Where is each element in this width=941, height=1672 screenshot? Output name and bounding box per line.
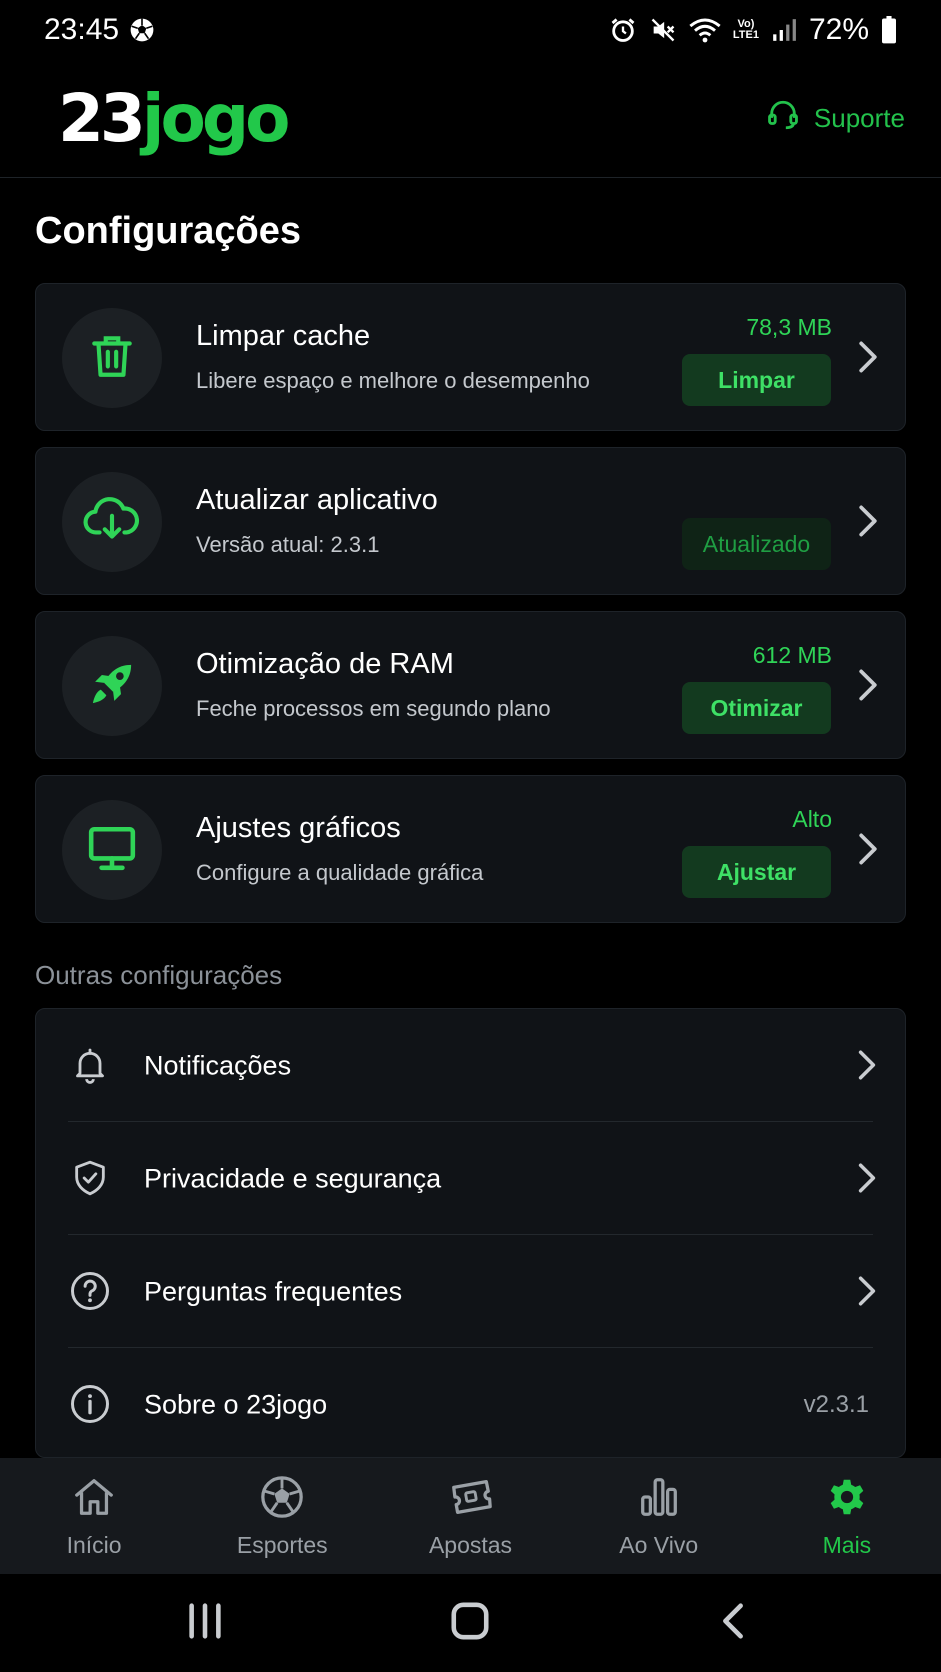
list-item-label: Perguntas frequentes bbox=[144, 1276, 403, 1306]
card-icon-circle bbox=[62, 308, 162, 408]
shield-icon bbox=[68, 1156, 112, 1200]
back-icon[interactable] bbox=[718, 1600, 748, 1647]
chevron-right-icon bbox=[857, 504, 879, 543]
chevron-right-icon bbox=[857, 1049, 877, 1086]
nav-live[interactable]: Ao Vivo bbox=[565, 1458, 753, 1574]
list-item-label: Notificações bbox=[144, 1050, 292, 1080]
signal-icon bbox=[771, 17, 797, 43]
list-item-label: Privacidade e segurança bbox=[144, 1163, 442, 1193]
status-bar: 23:45 Vo) LTE1 72% bbox=[0, 0, 941, 60]
nav-label: Ao Vivo bbox=[619, 1531, 699, 1558]
card-subtitle: Libere espaço e melhore o desempenho bbox=[196, 368, 590, 393]
home-button-icon[interactable] bbox=[449, 1600, 491, 1647]
system-navigation-bar bbox=[0, 1574, 941, 1672]
card-clear-cache[interactable]: Limpar cache Libere espaço e melhore o d… bbox=[35, 283, 906, 431]
card-subtitle: Configure a qualidade gráfica bbox=[196, 860, 484, 885]
chevron-right-icon bbox=[857, 832, 879, 871]
ticket-icon bbox=[447, 1474, 495, 1526]
card-subtitle: Feche processos em segundo plano bbox=[196, 696, 551, 721]
ram-usage-value: 612 MB bbox=[752, 642, 832, 668]
card-title: Ajustes gráficos bbox=[196, 812, 401, 844]
card-icon-circle bbox=[62, 472, 162, 572]
page-title: Configurações bbox=[35, 210, 302, 252]
network-type-label: Vo) LTE1 bbox=[732, 18, 759, 41]
gear-icon bbox=[823, 1474, 871, 1526]
info-icon bbox=[68, 1382, 112, 1426]
status-right: Vo) LTE1 72% bbox=[609, 13, 897, 47]
card-title: Otimização de RAM bbox=[196, 648, 454, 680]
monitor-icon bbox=[86, 823, 138, 878]
status-time: 23:45 bbox=[44, 13, 120, 46]
chevron-right-icon bbox=[857, 1275, 877, 1312]
alarm-icon bbox=[609, 16, 637, 44]
list-item-label: Sobre o 23jogo bbox=[144, 1389, 328, 1419]
chevron-right-icon bbox=[857, 1162, 877, 1199]
optimize-button[interactable]: Otimizar bbox=[682, 682, 831, 734]
bottom-navigation: Início Esportes Apostas Ao Vivo Mais bbox=[0, 1458, 941, 1574]
headset-icon bbox=[766, 98, 800, 139]
status-left: 23:45 bbox=[44, 13, 155, 47]
support-button[interactable]: Suporte bbox=[766, 98, 905, 139]
chevron-right-icon bbox=[857, 340, 879, 379]
nav-bets[interactable]: Apostas bbox=[376, 1458, 564, 1574]
rocket-icon bbox=[85, 657, 139, 716]
wifi-icon bbox=[689, 16, 721, 44]
card-update-app[interactable]: Atualizar aplicativo Versão atual: 2.3.1… bbox=[35, 447, 906, 595]
card-title: Atualizar aplicativo bbox=[196, 484, 438, 516]
updated-status-button[interactable]: Atualizado bbox=[682, 518, 831, 570]
list-item-privacy-security[interactable]: Privacidade e segurança bbox=[36, 1122, 905, 1235]
nav-label: Esportes bbox=[236, 1531, 328, 1558]
section-label-other-settings: Outras configurações bbox=[35, 960, 283, 990]
nav-label: Apostas bbox=[428, 1531, 513, 1558]
recent-apps-icon[interactable] bbox=[185, 1600, 225, 1647]
nav-label: Início bbox=[66, 1531, 122, 1558]
logo-number: 23 bbox=[58, 79, 146, 157]
cache-size-value: 78,3 MB bbox=[746, 314, 832, 340]
logo-word: jogo bbox=[141, 79, 291, 157]
list-item-about[interactable]: Sobre o 23jogo v2.3.1 bbox=[36, 1348, 905, 1457]
card-ram-optimization[interactable]: Otimização de RAM Feche processos em seg… bbox=[35, 611, 906, 759]
adjust-button[interactable]: Ajustar bbox=[682, 846, 831, 898]
card-subtitle: Versão atual: 2.3.1 bbox=[196, 532, 380, 557]
question-icon bbox=[68, 1269, 112, 1313]
chevron-right-icon bbox=[857, 668, 879, 707]
bar-chart-icon bbox=[635, 1474, 683, 1526]
nav-home[interactable]: Início bbox=[0, 1458, 188, 1574]
support-label: Suporte bbox=[813, 103, 905, 133]
clear-cache-button[interactable]: Limpar bbox=[682, 354, 831, 406]
mute-icon bbox=[649, 16, 677, 44]
app-version-value: v2.3.1 bbox=[803, 1390, 869, 1418]
list-item-notifications[interactable]: Notificações bbox=[36, 1009, 905, 1122]
soccer-ball-icon bbox=[258, 1474, 306, 1526]
soccer-ball-icon bbox=[129, 17, 155, 43]
app-header: 23jogo Suporte bbox=[0, 60, 941, 178]
card-icon-circle bbox=[62, 636, 162, 736]
card-icon-circle bbox=[62, 800, 162, 900]
battery-percent: 72% bbox=[808, 13, 869, 46]
graphics-quality-value: Alto bbox=[792, 806, 832, 832]
nav-label: Mais bbox=[822, 1531, 872, 1558]
other-settings-list: Notificações Privacidade e segurança Per… bbox=[35, 1008, 906, 1458]
card-title: Limpar cache bbox=[196, 320, 371, 352]
card-graphics-settings[interactable]: Ajustes gráficos Configure a qualidade g… bbox=[35, 775, 906, 923]
battery-icon bbox=[881, 16, 897, 44]
trash-icon bbox=[87, 330, 137, 387]
cloud-download-icon bbox=[83, 494, 141, 551]
home-icon bbox=[70, 1474, 118, 1526]
nav-sports[interactable]: Esportes bbox=[188, 1458, 376, 1574]
app-logo[interactable]: 23jogo bbox=[58, 85, 290, 152]
nav-more[interactable]: Mais bbox=[753, 1458, 941, 1574]
list-item-faq[interactable]: Perguntas frequentes bbox=[36, 1235, 905, 1348]
bell-icon bbox=[68, 1043, 112, 1087]
